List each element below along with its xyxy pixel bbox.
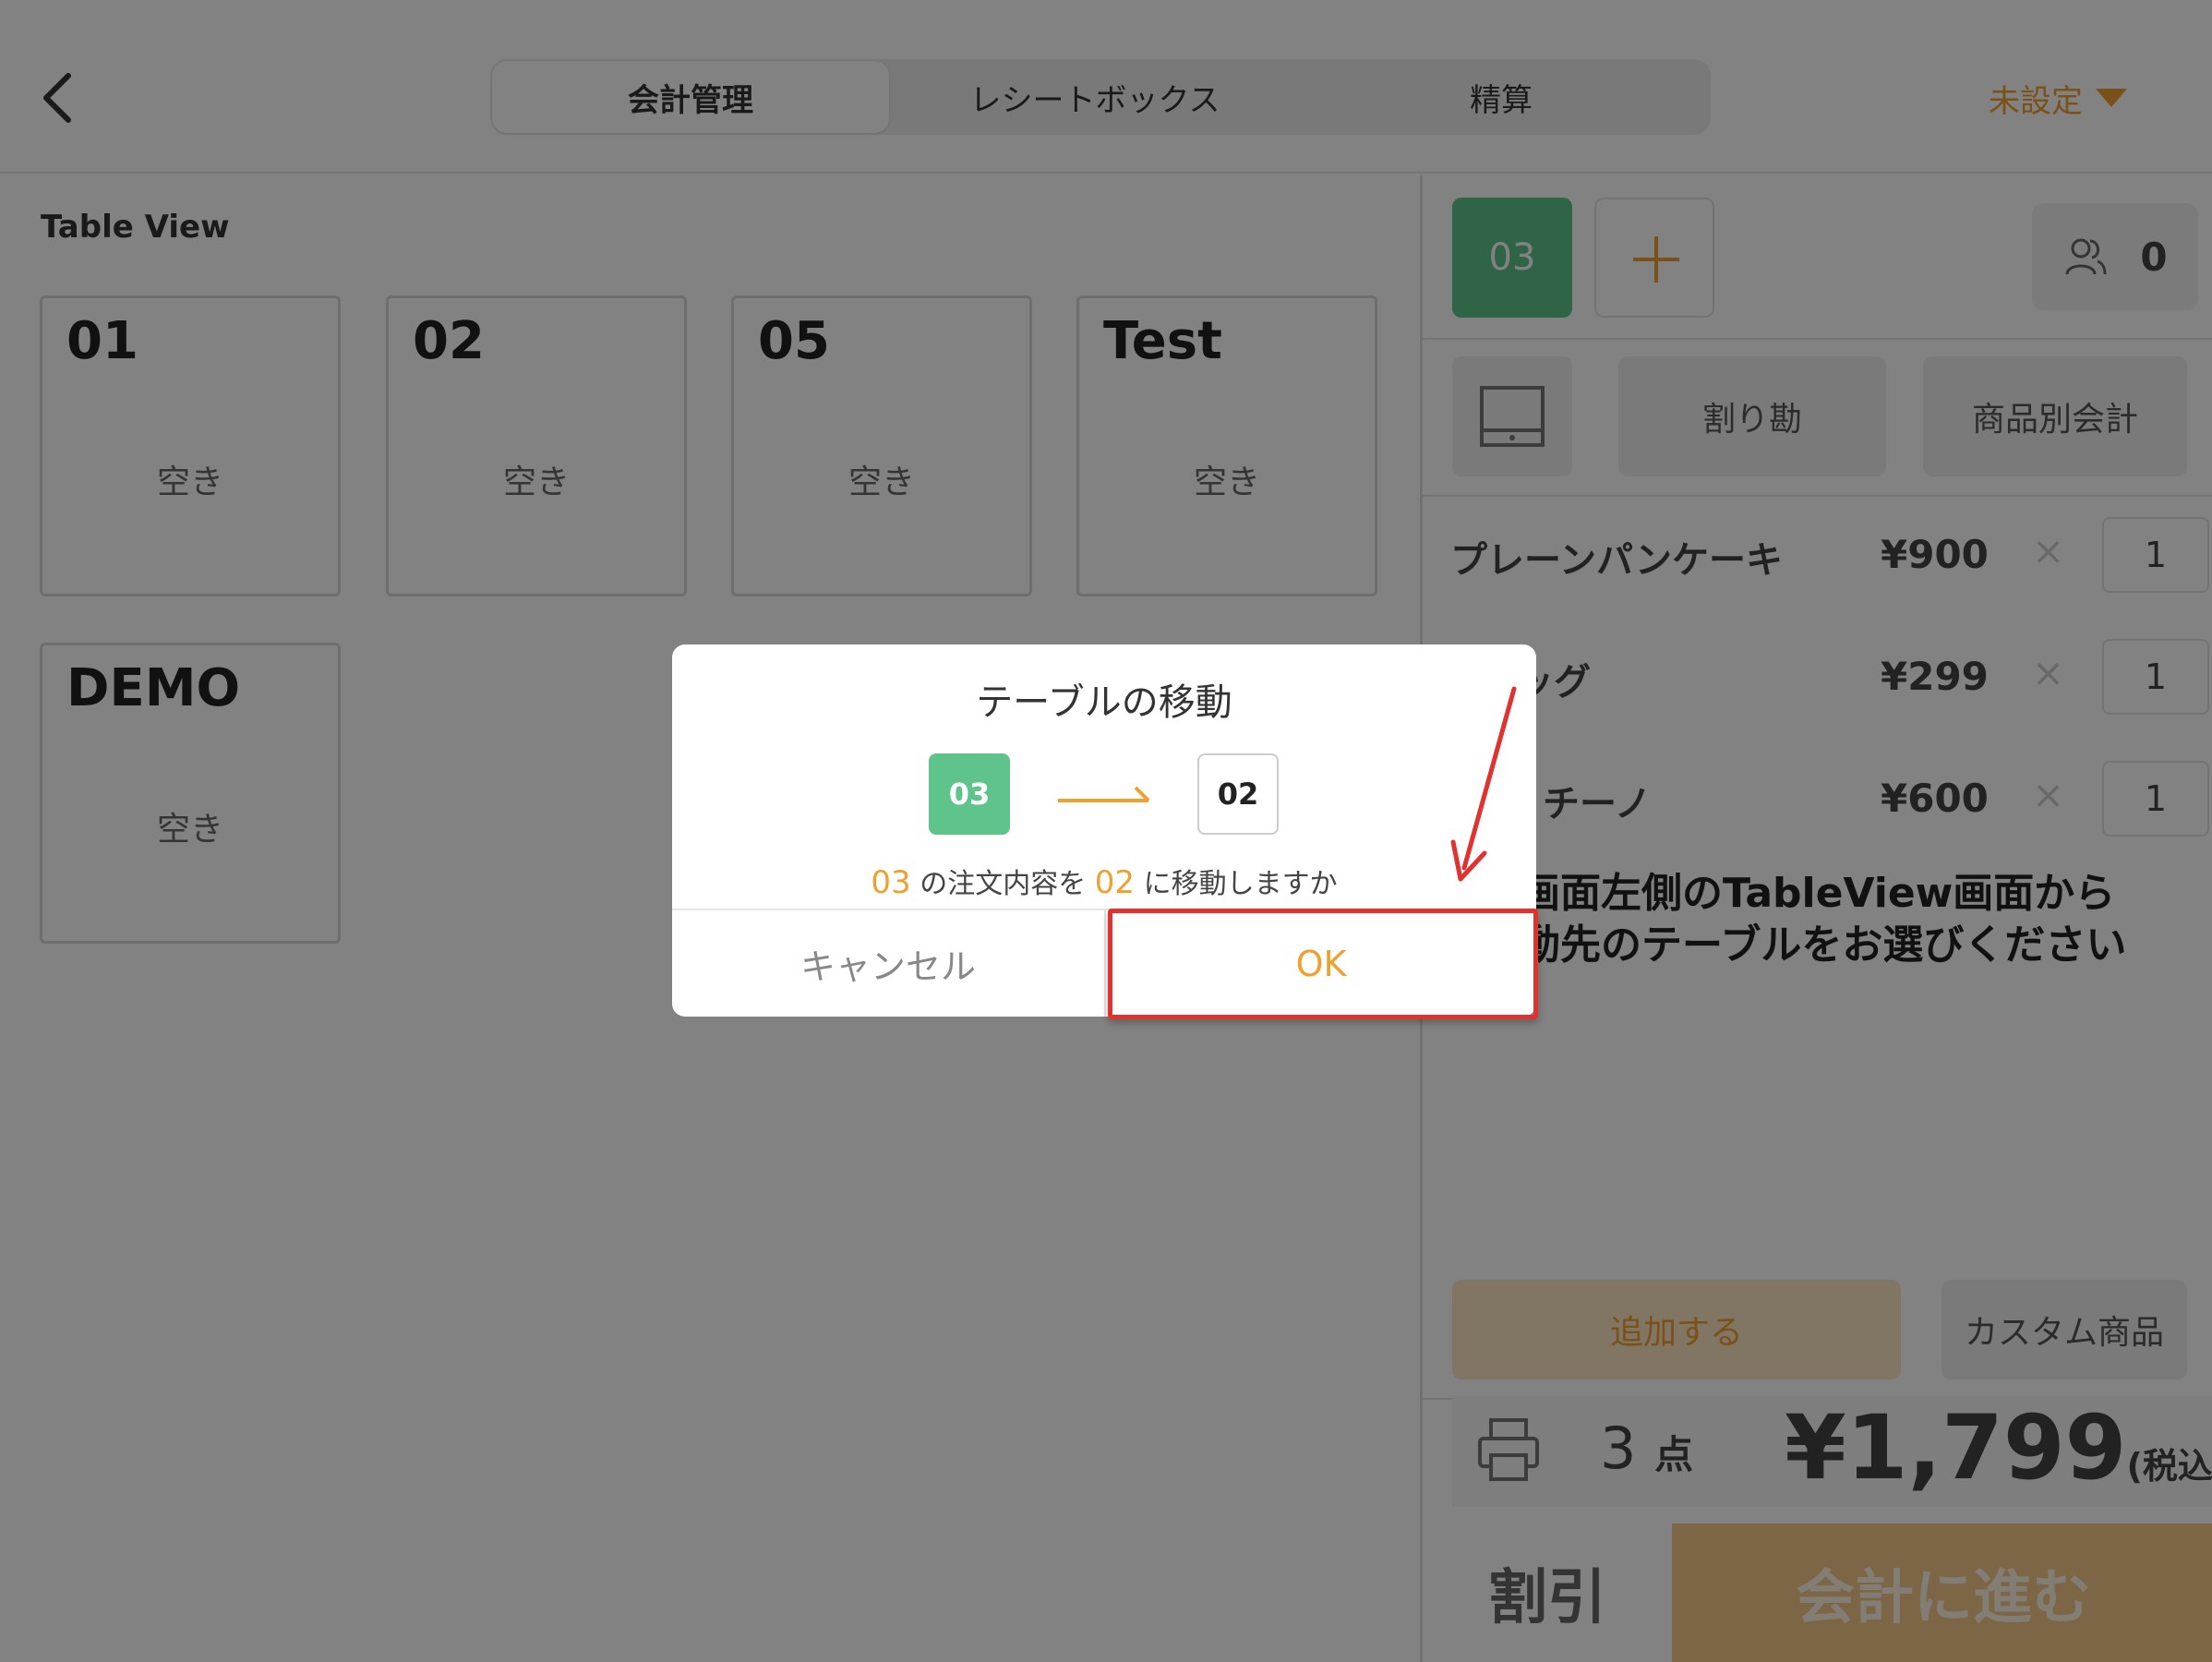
source-table-chip: 03 xyxy=(929,753,1010,835)
message-source-table: 03 xyxy=(871,864,911,901)
message-text: の注文内容を xyxy=(920,868,1087,900)
message-destination-table: 02 xyxy=(1094,864,1136,901)
dialog-message: 03 の注文内容を 02 に移動しますか xyxy=(672,861,1536,901)
dialog-title: テーブルの移動 xyxy=(976,681,1232,724)
destination-table-chip: 02 xyxy=(1197,753,1279,835)
message-text: に移動しますか xyxy=(1143,868,1338,900)
annotation-highlight-box xyxy=(1108,909,1538,1019)
cancel-button[interactable]: キャンセル xyxy=(672,910,1104,1017)
arrow-right-icon xyxy=(1058,786,1150,802)
